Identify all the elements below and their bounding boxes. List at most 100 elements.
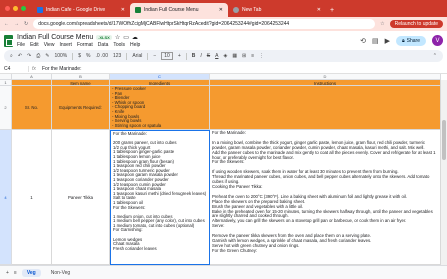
file-type-badge: .XLSX [96, 34, 112, 40]
url-input[interactable]: docs.google.com/spreadsheets/d/17WOfhZci… [33, 19, 376, 29]
add-sheet-icon[interactable]: + [6, 270, 9, 276]
menu-help[interactable]: Help [130, 42, 140, 48]
browser-tab-bar: Indian Cafe - Google Drive ✕ Indian Full… [0, 0, 447, 17]
dish-cell-sr[interactable]: 1 [12, 130, 52, 265]
sheets-app-bar: Indian Full Course Menu .XLSX ☆ ▭ ☁ File… [0, 31, 447, 50]
cell-text: Paneer Tikka [67, 194, 94, 200]
equip-cell-sr[interactable]: Sr. No. [12, 86, 52, 130]
star-icon[interactable]: ☆ [380, 21, 384, 27]
menu-insert[interactable]: Insert [59, 42, 72, 48]
forward-icon[interactable]: → [14, 21, 19, 27]
number-format-select[interactable]: 123 [113, 53, 121, 59]
divider [147, 52, 149, 60]
equip-cell-instructions[interactable] [210, 86, 441, 130]
fill-color-icon[interactable]: ◈ [223, 53, 227, 59]
address-bar-row: ← → ↻ docs.google.com/spreadsheets/d/17W… [0, 17, 447, 31]
ingredient-line: Fresh coriander leaves [113, 245, 157, 251]
new-tab-plus-icon[interactable]: + [326, 7, 334, 17]
fx-icon: fx [28, 65, 42, 72]
formula-bar: C4 fx For the Marinade: [0, 64, 447, 74]
font-size-decrease[interactable]: − [153, 53, 156, 59]
browser-tab-drive[interactable]: Indian Cafe - Google Drive ✕ [32, 3, 130, 17]
percent-button[interactable]: % [86, 53, 90, 59]
back-icon[interactable]: ← [4, 21, 9, 27]
vertical-scrollbar[interactable] [441, 80, 447, 265]
history-icon[interactable]: ⟲ [360, 37, 366, 45]
menu-tools[interactable]: Tools [113, 42, 125, 48]
align-icon[interactable]: ≡ [251, 53, 254, 59]
tab-label: Indian Full Course Menu [144, 7, 199, 13]
equip-line: - Stirring spoon or spatula [112, 122, 162, 128]
menu-data[interactable]: Data [98, 42, 109, 48]
bold-button[interactable]: B [192, 53, 196, 59]
search-menus-icon[interactable]: ⌕ [10, 53, 13, 59]
font-select[interactable]: Arial [132, 53, 142, 59]
sheet-tab-bar: + ≡ Veg Non-Veg [0, 265, 447, 279]
menu-view[interactable]: View [44, 42, 55, 48]
collapse-toolbar-icon[interactable]: ⌃ [433, 53, 437, 59]
sheet-tab-veg[interactable]: Veg [21, 268, 41, 277]
comments-icon[interactable]: ▤ [372, 37, 379, 45]
instruction-line: Thread the marinated paneer cubes, onion… [212, 174, 430, 180]
dish-cell-item[interactable]: Paneer Tikka [52, 130, 110, 265]
currency-button[interactable]: $ [78, 53, 81, 59]
lock-icon: 🔒︎ [401, 37, 405, 44]
document-title[interactable]: Indian Full Course Menu [17, 34, 93, 41]
menu-file[interactable]: File [17, 42, 25, 48]
more-options-icon[interactable]: ⋮ [259, 53, 264, 59]
close-tab-icon[interactable]: ✕ [121, 7, 125, 13]
formula-input[interactable]: For the Marinade: [42, 66, 81, 72]
paint-format-icon[interactable]: ✎ [45, 53, 49, 59]
tab-label: Indian Cafe - Google Drive [46, 7, 106, 13]
newtab-icon [233, 7, 239, 13]
meet-icon[interactable]: ▶ [385, 37, 390, 45]
font-size-input[interactable]: 10 [161, 52, 173, 60]
dish-cell-ingredients[interactable]: For the Marinade: 200 grams paneer, cut … [110, 130, 210, 265]
dish-cell-instructions[interactable]: For the Marinade: In a mixing bowl, comb… [210, 130, 441, 265]
divider [185, 52, 187, 60]
italic-button[interactable]: I [200, 53, 201, 59]
decimal-buttons[interactable]: .0 .00 [95, 53, 108, 59]
menu-format[interactable]: Format [77, 42, 93, 48]
print-icon[interactable]: ⎙ [36, 53, 40, 59]
undo-icon[interactable]: ↶ [18, 53, 22, 59]
maximize-window-icon[interactable] [21, 6, 26, 11]
equip-cell-item[interactable]: Equipments Required: [52, 86, 110, 130]
close-window-icon[interactable] [5, 6, 10, 11]
avatar[interactable]: V [432, 35, 443, 46]
browser-tab-sheet[interactable]: Indian Full Course Menu ✕ [130, 3, 228, 17]
merge-icon[interactable]: ⊞ [242, 53, 246, 59]
window-controls [0, 6, 32, 17]
relaunch-button[interactable]: Relaunch to update [389, 20, 443, 28]
scrollbar-thumb[interactable] [442, 120, 446, 160]
name-box[interactable]: C4 [0, 66, 28, 72]
cell-text: Equipments Required: [59, 105, 102, 110]
browser-tab-newtab[interactable]: New Tab ✕ [228, 3, 326, 17]
sheet-tab-non-veg[interactable]: Non-Veg [46, 269, 75, 277]
reload-icon[interactable]: ↻ [24, 21, 28, 27]
sheets-logo-icon[interactable] [4, 34, 13, 47]
close-tab-icon[interactable]: ✕ [317, 7, 321, 13]
menu-bar: File Edit View Insert Format Data Tools … [17, 42, 140, 48]
redo-icon[interactable]: ↷ [27, 53, 31, 59]
title-block: Indian Full Course Menu .XLSX ☆ ▭ ☁ File… [17, 34, 140, 48]
borders-icon[interactable]: ▦ [232, 53, 237, 59]
minimize-window-icon[interactable] [13, 6, 18, 11]
all-sheets-icon[interactable]: ≡ [14, 270, 17, 276]
font-size-increase[interactable]: + [178, 53, 181, 59]
strikethrough-button[interactable]: S [207, 53, 210, 59]
menu-edit[interactable]: Edit [30, 42, 39, 48]
move-folder-icon[interactable]: ▭ [123, 34, 129, 41]
row-header-2[interactable]: 2 [0, 86, 12, 130]
instruction-line: For the Green Chutney: [212, 247, 258, 253]
row-header-4[interactable]: 4 [0, 130, 12, 265]
close-tab-icon[interactable]: ✕ [219, 7, 223, 13]
share-button[interactable]: 🔒︎ Share [395, 35, 426, 46]
formatting-toolbar: ⌕ ↶ ↷ ⎙ ✎ 100% $ % .0 .00 123 Arial − 10… [4, 50, 443, 62]
text-color-button[interactable]: A [215, 53, 218, 59]
share-label: Share [406, 37, 420, 44]
star-doc-icon[interactable]: ☆ [115, 34, 120, 41]
cloud-status-icon[interactable]: ☁ [132, 34, 138, 41]
equip-cell-list[interactable]: - Pressure cooker - Pan - Blender - Whis… [110, 86, 210, 130]
zoom-select[interactable]: 100% [54, 53, 67, 59]
